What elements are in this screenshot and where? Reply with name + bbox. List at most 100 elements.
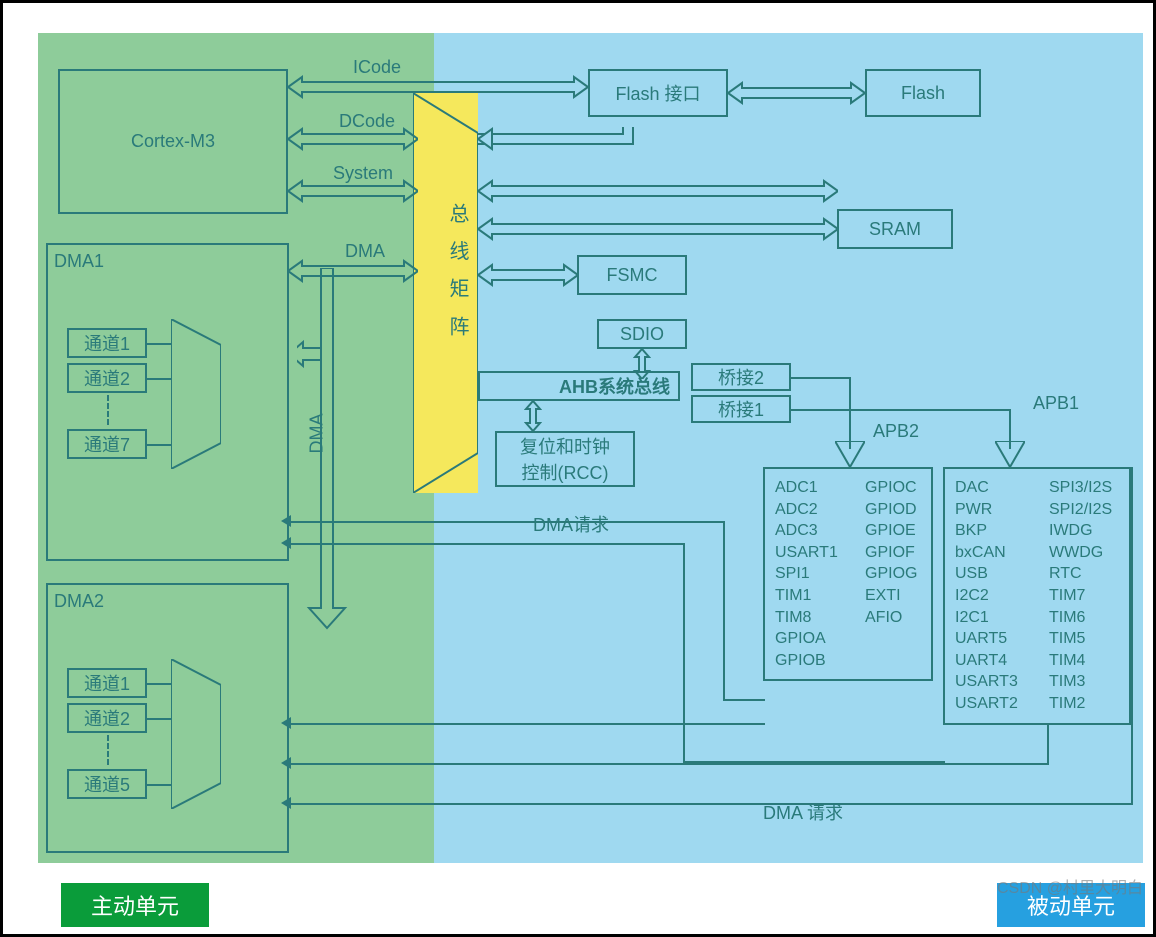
periph-item: TIM3 <box>1049 671 1112 693</box>
flash-if-box: Flash 接口 <box>588 69 728 117</box>
periph-item: SPI2/I2S <box>1049 499 1112 521</box>
dma1-box: DMA1 <box>46 243 289 561</box>
dma1-ch2: 通道2 <box>67 363 147 393</box>
periph-item: GPIOC <box>865 477 917 499</box>
periph-item: TIM5 <box>1049 628 1112 650</box>
dma2-ch1: 通道1 <box>67 668 147 698</box>
dma1-line2 <box>147 378 171 380</box>
periph-item: AFIO <box>865 607 917 629</box>
fsmc-box: FSMC <box>577 255 687 295</box>
rcc-arrow <box>524 401 542 431</box>
matrix-fsmc-arrow <box>478 263 578 287</box>
periph-item: I2C2 <box>955 585 1049 607</box>
req2b-v <box>1047 723 1049 765</box>
dma-vertical-label: DMA <box>307 414 328 454</box>
periph-item: UART4 <box>955 650 1049 672</box>
periph-item: USART3 <box>955 671 1049 693</box>
periph-item: IWDG <box>1049 520 1112 542</box>
icode-arrow <box>288 75 588 99</box>
req1-h2 <box>723 699 765 701</box>
br2-line-v <box>849 377 851 449</box>
req1-h <box>289 521 725 523</box>
bus-matrix-label: 总 线 矩 阵 <box>443 203 472 342</box>
apb1-periph-box: DACPWRBKPbxCANUSBI2C2I2C1UART5UART4USART… <box>943 467 1131 725</box>
dma2-dots <box>107 735 109 765</box>
periph-item: RTC <box>1049 563 1112 585</box>
dma1-line1 <box>147 343 171 345</box>
periph-item: ADC3 <box>775 520 865 542</box>
periph-item: EXTI <box>865 585 917 607</box>
bridge1-box: 桥接1 <box>691 395 791 423</box>
req1-v <box>723 521 725 701</box>
diagram-container: 总 线 矩 阵 Cortex-M3 ICode DCode System DMA… <box>0 0 1156 937</box>
rcc-line1: 复位和时钟 <box>520 433 610 459</box>
dma1-title: DMA1 <box>54 251 104 272</box>
dma-req1-label: DMA请求 <box>533 511 609 537</box>
sdio-box: SDIO <box>597 319 687 349</box>
matrix-flash-arrow <box>478 127 658 187</box>
dma1-dots <box>107 395 109 425</box>
rcc-line2: 控制(RCC) <box>522 459 609 485</box>
req2c-tri <box>281 797 291 809</box>
periph-item: DAC <box>955 477 1049 499</box>
br2-line <box>791 377 851 379</box>
dma2-title: DMA2 <box>54 591 104 612</box>
req2c-v <box>1131 467 1133 805</box>
periph-item: PWR <box>955 499 1049 521</box>
dma2-ch2: 通道2 <box>67 703 147 733</box>
br1-line <box>791 409 1011 411</box>
ahb-box: AHB系统总线 <box>478 371 680 401</box>
dma1-ch7: 通道7 <box>67 429 147 459</box>
dma2-line3 <box>147 784 171 786</box>
sram-box: SRAM <box>837 209 953 249</box>
periph-item: WWDG <box>1049 542 1112 564</box>
bridge2-box: 桥接2 <box>691 363 791 391</box>
periph-item: GPIOD <box>865 499 917 521</box>
dma2-line1 <box>147 683 171 685</box>
rcc-box: 复位和时钟 控制(RCC) <box>495 431 635 487</box>
flash-box: Flash <box>865 69 981 117</box>
apb1-label: APB1 <box>1033 393 1079 414</box>
periph-item: GPIOE <box>865 520 917 542</box>
req2b-h <box>289 763 1049 765</box>
dma1-ch1: 通道1 <box>67 328 147 358</box>
req2c-h <box>289 803 1133 805</box>
dma-vertical-arrow <box>297 268 357 668</box>
periph-item: bxCAN <box>955 542 1049 564</box>
req2-h <box>289 723 765 725</box>
req2-tri <box>281 717 291 729</box>
dcode-arrow <box>288 127 418 151</box>
periph-item: GPIOG <box>865 563 917 585</box>
periph-item: USB <box>955 563 1049 585</box>
periph-item: TIM2 <box>1049 693 1112 715</box>
periph-item: SPI3/I2S <box>1049 477 1112 499</box>
req1-tri <box>281 515 291 527</box>
req2b-tri <box>281 757 291 769</box>
req1b-tri <box>281 537 291 549</box>
active-footer: 主动单元 <box>61 883 209 927</box>
periph-item: TIM7 <box>1049 585 1112 607</box>
dma2-mux <box>171 659 221 809</box>
periph-item: GPIOF <box>865 542 917 564</box>
periph-item: I2C1 <box>955 607 1049 629</box>
periph-item: USART1 <box>775 542 865 564</box>
matrix-sram-arrow2 <box>478 217 838 241</box>
periph-item: TIM6 <box>1049 607 1112 629</box>
periph-item: ADC2 <box>775 499 865 521</box>
periph-item: UART5 <box>955 628 1049 650</box>
periph-item: ADC1 <box>775 477 865 499</box>
dma1-mux <box>171 319 221 469</box>
watermark: CSDN @村里大明白 <box>997 874 1143 898</box>
periph-item: BKP <box>955 520 1049 542</box>
cortex-box: Cortex-M3 <box>58 69 288 214</box>
apb2-label: APB2 <box>873 421 919 442</box>
req1b-v <box>683 543 685 763</box>
matrix-sram-arrow1 <box>478 179 838 203</box>
req1b-h <box>289 543 685 545</box>
periph-item: TIM1 <box>775 585 865 607</box>
flash-arrow <box>728 81 865 105</box>
dma2-ch5: 通道5 <box>67 769 147 799</box>
periph-item: TIM8 <box>775 607 865 629</box>
periph-item: USART2 <box>955 693 1049 715</box>
dma2-line2 <box>147 718 171 720</box>
